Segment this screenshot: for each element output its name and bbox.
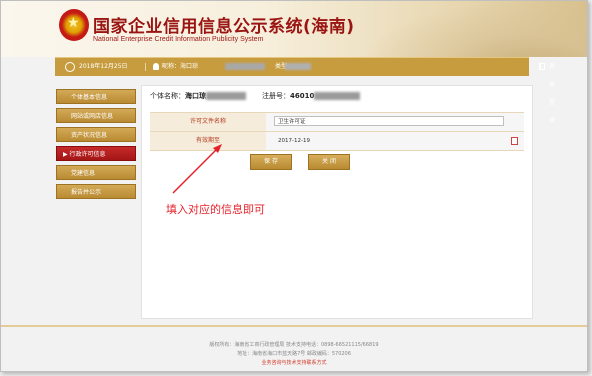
- footer-address: 地址：海南省海口市蓝天路7号 邮政编码：570206: [237, 351, 351, 357]
- site-footer: 版权所有：海南省工商行政管理局 技术支持电话：0898-66521115/668…: [1, 325, 587, 371]
- sidebar-item-website-info[interactable]: 网站或网店信息: [56, 108, 136, 123]
- form-row-permit: 许可文件名称 卫生许可证: [150, 112, 524, 132]
- national-emblem-icon: ★: [59, 9, 89, 41]
- browser-page: ★ 国家企业信用信息公示系统(海南) National Enterprise C…: [0, 0, 588, 372]
- divider: [145, 63, 146, 71]
- close-button[interactable]: 关 闭: [308, 154, 350, 170]
- user-icon: [153, 63, 159, 70]
- owner-name-label: 个体名称：: [150, 92, 185, 100]
- sidebar-item-admin-license[interactable]: ▶ 行政许可信息: [56, 146, 136, 161]
- reg-number-label: 注册号：: [262, 92, 290, 100]
- sidebar-item-report-publish[interactable]: 报告并公示: [56, 184, 136, 199]
- owner-name-value: 海口琼: [185, 92, 206, 100]
- sidebar-item-asset-info[interactable]: 资产状况信息: [56, 127, 136, 142]
- expiry-date-cell: 2017-12-19: [266, 132, 524, 150]
- annotation-arrow: [172, 144, 222, 194]
- registration-row: 注册号：46010: [262, 91, 361, 101]
- footer-copyright: 版权所有：海南省工商行政管理局 技术支持电话：0898-66521115/668…: [209, 342, 379, 348]
- permit-name-label: 许可文件名称: [150, 113, 266, 131]
- logout-link[interactable]: 退出登录: [549, 58, 555, 130]
- site-title-cn: 国家企业信用信息公示系统(海南): [93, 17, 355, 37]
- owner-name-row: 个体名称：海口琼: [150, 91, 246, 101]
- top-bar: 2018年12月25日 昵称：海口琼 类型： 退出登录: [55, 57, 555, 124]
- annotation-text: 填入对应的信息即可: [166, 203, 265, 216]
- reg-number-value: 46010: [290, 92, 315, 100]
- permit-name-input[interactable]: 卫生许可证: [274, 116, 504, 126]
- redacted-text: [285, 63, 311, 70]
- save-button[interactable]: 保 存: [250, 154, 292, 170]
- clock-icon: [65, 62, 75, 72]
- expiry-date-input[interactable]: 2017-12-19: [278, 132, 310, 150]
- site-title-en: National Enterprise Credit Information P…: [93, 36, 264, 43]
- redacted-text: [314, 92, 361, 100]
- permit-name-cell: 卫生许可证: [266, 113, 524, 131]
- current-date: 2018年12月25日: [79, 63, 128, 70]
- redacted-text: [225, 63, 265, 70]
- logout-icon[interactable]: [539, 63, 545, 70]
- site-header: ★ 国家企业信用信息公示系统(海南) National Enterprise C…: [1, 1, 587, 57]
- calendar-icon[interactable]: [511, 137, 518, 145]
- mountain-decoration: [357, 1, 587, 57]
- footer-support-link[interactable]: 业务咨询与技术支持联系方式: [1, 359, 587, 366]
- user-nickname: 昵称：海口琼: [162, 63, 199, 70]
- sidebar: 个体基本信息 网站或网店信息 资产状况信息 ▶ 行政许可信息 党建信息 报告并公…: [56, 89, 136, 203]
- sidebar-item-party-info[interactable]: 党建信息: [56, 165, 136, 180]
- redacted-text: [206, 92, 246, 100]
- sidebar-item-basic-info[interactable]: 个体基本信息: [56, 89, 136, 104]
